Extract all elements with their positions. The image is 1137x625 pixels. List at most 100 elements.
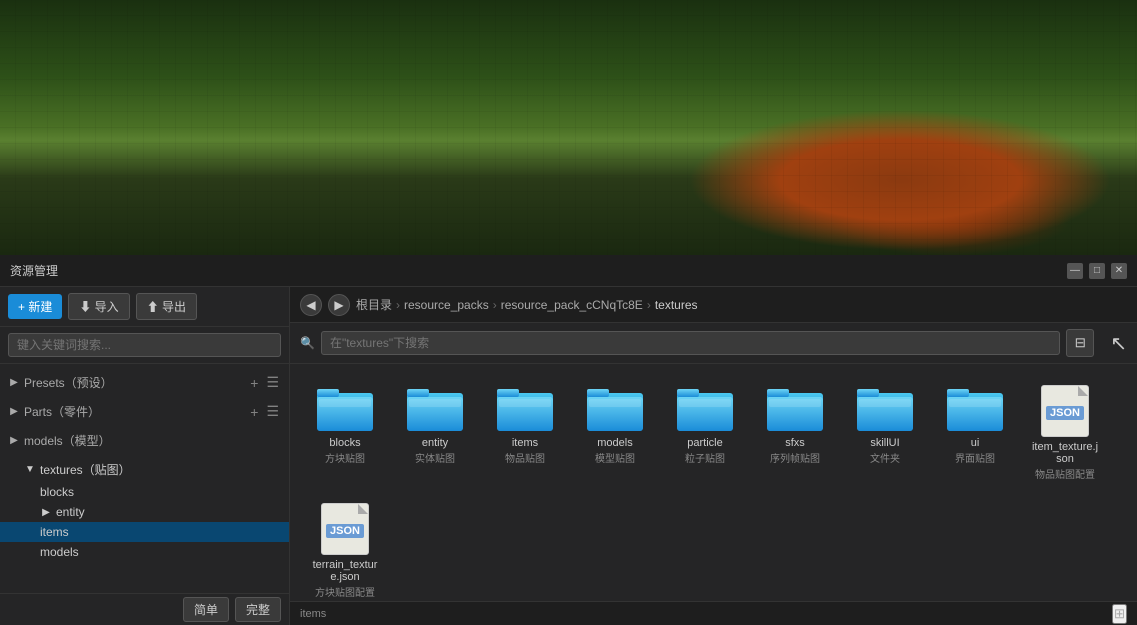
textures-label: textures（贴图） [40, 461, 131, 478]
hero-image [0, 0, 1137, 255]
file-name: ui [971, 437, 980, 449]
entity-label: entity [56, 505, 85, 519]
presets-add-button[interactable]: + [248, 374, 260, 391]
parts-add-button[interactable]: + [248, 403, 260, 420]
models-label2: models [40, 545, 79, 559]
cursor-indicator: ↖ [1110, 331, 1127, 356]
chevron-right-icon: ▶ [8, 377, 20, 388]
tree-child-blocks[interactable]: blocks [0, 482, 289, 502]
tree-section-models-header[interactable]: ▶ models（模型） [0, 428, 289, 453]
blocks-label: blocks [40, 485, 74, 499]
import-button[interactable]: ⬇ 导入 [68, 293, 129, 320]
folder-icon [317, 385, 373, 433]
file-item-terrain_texture-json[interactable]: JSON terrain_texture.json 方块贴图配置 [305, 497, 385, 601]
tree-section-parts: ▶ Parts（零件） + ☰ [0, 397, 289, 426]
file-item-particle[interactable]: particle 粒子贴图 [665, 379, 745, 487]
sidebar-search-container [0, 327, 289, 364]
chevron-right-icon: ▶ [8, 435, 20, 446]
file-item-entity[interactable]: entity 实体贴图 [395, 379, 475, 487]
breadcrumb-root[interactable]: 根目录 [356, 296, 392, 313]
file-item-sfxs[interactable]: sfxs 序列帧贴图 [755, 379, 835, 487]
folder-icon [497, 385, 553, 433]
file-name: skillUI [870, 437, 899, 449]
parts-actions: + ☰ [248, 403, 281, 420]
titlebar: 资源管理 — □ ✕ [0, 255, 1137, 287]
filter-icon: ⊟ [1075, 335, 1086, 351]
file-name: items [512, 437, 538, 449]
minimize-button[interactable]: — [1067, 263, 1083, 279]
json-file-icon: JSON [321, 503, 369, 555]
file-desc: 物品贴图配置 [1035, 466, 1095, 481]
file-item-models[interactable]: models 模型贴图 [575, 379, 655, 487]
toolbar: + 新建 ⬇ 导入 ⬆ 导出 [0, 287, 289, 327]
breadcrumb-bar: ◀ ▶ 根目录 › resource_packs › resource_pack… [290, 287, 1137, 323]
tree-section-presets: ▶ Presets（预设） + ☰ [0, 368, 289, 397]
breadcrumb-pack[interactable]: resource_pack_cCNqTc8E [501, 298, 643, 312]
sidebar: + 新建 ⬇ 导入 ⬆ 导出 ▶ Presets（预设） + ☰ [0, 287, 290, 625]
tree-child-items[interactable]: items [0, 522, 289, 542]
presets-menu-button[interactable]: ☰ [264, 374, 281, 391]
file-item-skillUI[interactable]: skillUI 文件夹 [845, 379, 925, 487]
tree-section-textures: ▼ textures（贴图） blocks ▶ entity items [0, 455, 289, 564]
chevron-right-icon: ▶ [40, 507, 52, 518]
parts-menu-button[interactable]: ☰ [264, 403, 281, 420]
grid-view-button[interactable]: ⊞ [1112, 604, 1127, 624]
file-item-items[interactable]: items 物品贴图 [485, 379, 565, 487]
chevron-down-icon: ▼ [24, 464, 36, 475]
file-desc: 文件夹 [870, 450, 900, 465]
models-label: models（模型） [24, 432, 281, 449]
json-file-icon: JSON [1041, 385, 1089, 437]
file-desc: 序列帧贴图 [770, 450, 820, 465]
parts-label: Parts（零件） [24, 403, 248, 420]
titlebar-controls: — □ ✕ [1067, 263, 1127, 279]
file-item-ui[interactable]: ui 界面贴图 [935, 379, 1015, 487]
folder-icon [947, 385, 1003, 433]
breadcrumb-textures[interactable]: textures [655, 298, 698, 312]
simple-view-button[interactable]: 简单 [183, 597, 229, 622]
sidebar-search-input[interactable] [8, 333, 281, 357]
tree-item-textures[interactable]: ▼ textures（贴图） [0, 457, 289, 482]
presets-actions: + ☰ [248, 374, 281, 391]
app-title: 资源管理 [10, 262, 1067, 279]
presets-label: Presets（预设） [24, 374, 248, 391]
sidebar-footer: 简单 完整 [0, 593, 289, 625]
breadcrumb-resource-packs[interactable]: resource_packs [404, 298, 489, 312]
file-grid: blocks 方块贴图 [290, 364, 1137, 601]
main-search-input[interactable] [321, 331, 1060, 355]
export-button[interactable]: ⬆ 导出 [136, 293, 197, 320]
file-desc: 界面贴图 [955, 450, 995, 465]
file-name: sfxs [785, 437, 805, 449]
nav-back-button[interactable]: ◀ [300, 294, 322, 316]
search-icon: 🔍 [300, 336, 315, 350]
folder-icon [857, 385, 913, 433]
breadcrumb: 根目录 › resource_packs › resource_pack_cCN… [356, 296, 698, 313]
file-name: entity [422, 437, 448, 449]
new-button[interactable]: + 新建 [8, 294, 62, 319]
tree-child-models[interactable]: models [0, 542, 289, 562]
chevron-right-icon: ▶ [8, 406, 20, 417]
tree: ▶ Presets（预设） + ☰ ▶ Parts（零件） + [0, 364, 289, 593]
file-desc: 物品贴图 [505, 450, 545, 465]
complete-view-button[interactable]: 完整 [235, 597, 281, 622]
maximize-button[interactable]: □ [1089, 263, 1105, 279]
folder-icon [587, 385, 643, 433]
status-text: items [300, 608, 326, 620]
folder-icon [677, 385, 733, 433]
file-desc: 方块贴图 [325, 450, 365, 465]
nav-forward-button[interactable]: ▶ [328, 294, 350, 316]
file-desc: 方块贴图配置 [315, 584, 375, 599]
file-desc: 粒子贴图 [685, 450, 725, 465]
file-name: models [597, 437, 632, 449]
tree-section-presets-header[interactable]: ▶ Presets（预设） + ☰ [0, 370, 289, 395]
close-button[interactable]: ✕ [1111, 263, 1127, 279]
filter-button[interactable]: ⊟ [1066, 329, 1094, 357]
file-item-item_texture-json[interactable]: JSON item_texture.json 物品贴图配置 [1025, 379, 1105, 487]
file-desc: 实体贴图 [415, 450, 455, 465]
tree-child-entity[interactable]: ▶ entity [0, 502, 289, 522]
tree-section-parts-header[interactable]: ▶ Parts（零件） + ☰ [0, 399, 289, 424]
folder-icon [767, 385, 823, 433]
file-item-blocks[interactable]: blocks 方块贴图 [305, 379, 385, 487]
file-name: terrain_texture.json [311, 559, 379, 583]
file-name: blocks [329, 437, 360, 449]
main-content: ◀ ▶ 根目录 › resource_packs › resource_pack… [290, 287, 1137, 625]
